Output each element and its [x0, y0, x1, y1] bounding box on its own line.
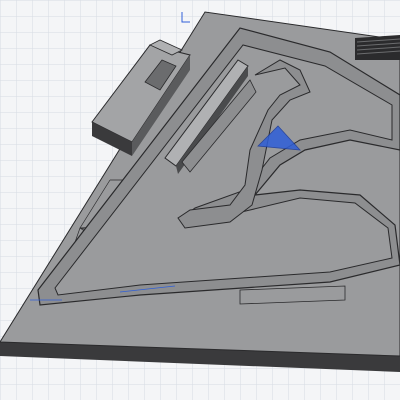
- cad-viewport[interactable]: [0, 0, 400, 400]
- viewport-canvas[interactable]: [0, 0, 400, 400]
- pit-building: [355, 35, 400, 60]
